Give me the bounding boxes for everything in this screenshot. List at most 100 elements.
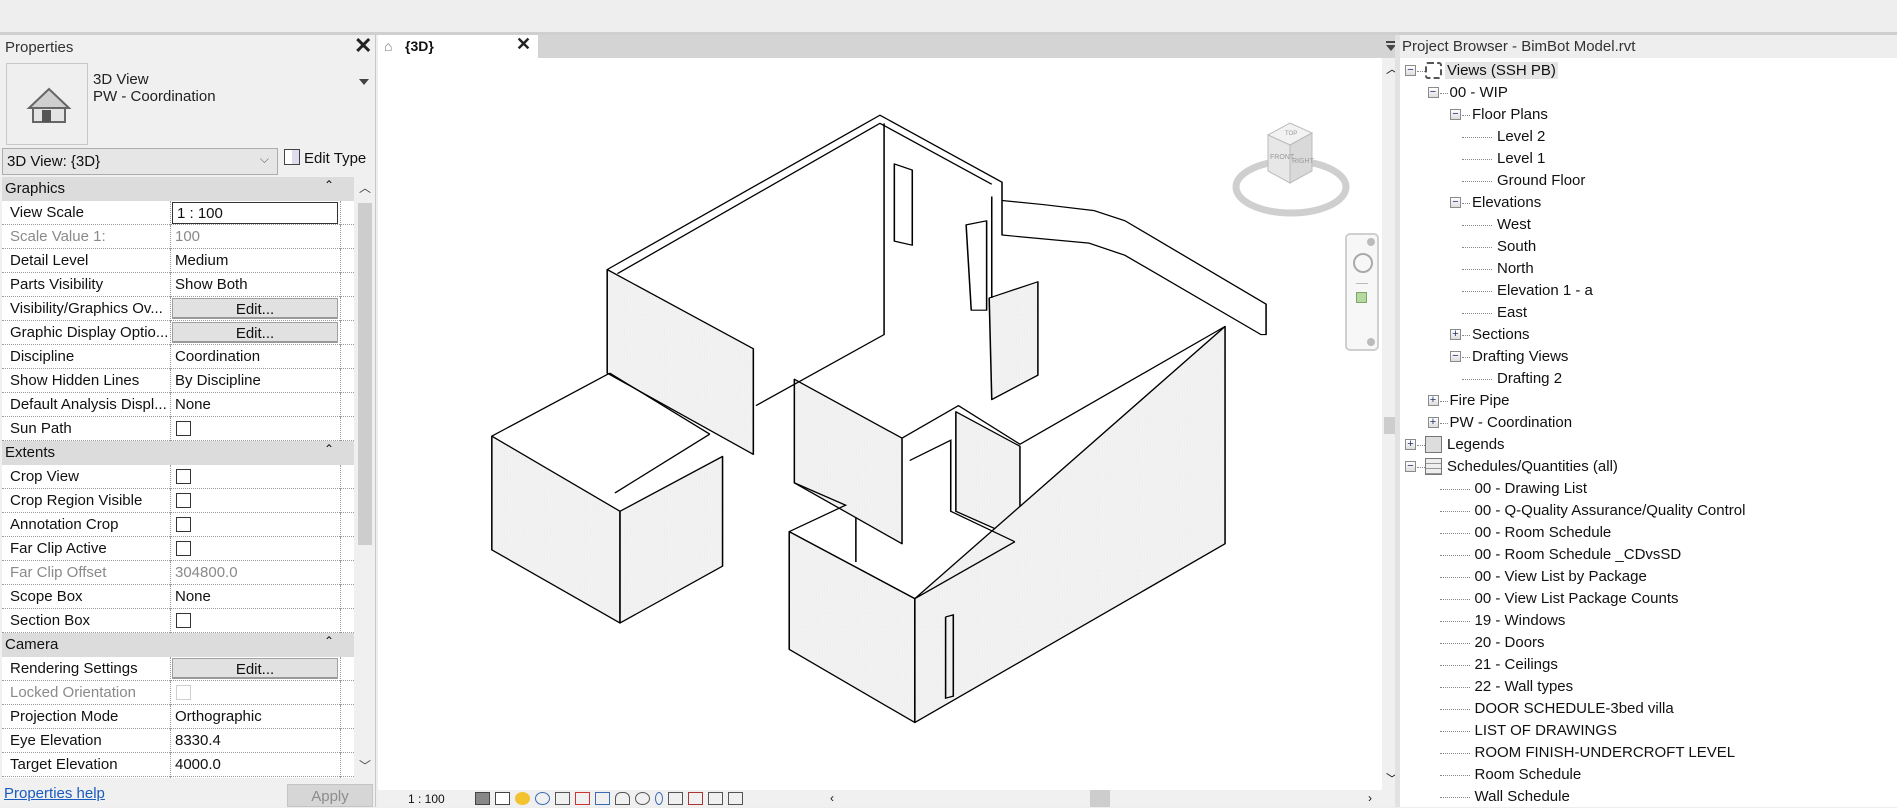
tree-item[interactable]: − Elevations xyxy=(1400,192,1897,214)
tree-item[interactable]: 00 - Room Schedule xyxy=(1400,522,1897,544)
viewcube[interactable]: TOP FRONT RIGHT xyxy=(1228,115,1358,227)
property-value[interactable]: None xyxy=(175,396,211,413)
detail-level-icon[interactable] xyxy=(475,792,490,805)
visual-style-icon[interactable] xyxy=(495,792,510,805)
collapse-toggle-icon[interactable]: − xyxy=(1427,87,1439,98)
tree-item[interactable]: − Schedules/Quantities (all) xyxy=(1400,456,1897,478)
tree-item[interactable]: + Legends xyxy=(1400,434,1897,456)
expand-toggle-icon[interactable]: + xyxy=(1405,439,1416,450)
edit-button[interactable]: Edit... xyxy=(172,658,338,679)
tree-item[interactable]: 21 - Ceilings xyxy=(1400,654,1897,676)
crop-view-icon[interactable] xyxy=(575,792,590,805)
tree-item[interactable]: North xyxy=(1400,258,1897,280)
tree-item[interactable]: 00 - View List Package Counts xyxy=(1400,588,1897,610)
property-group-header[interactable]: Extents ⌃ xyxy=(2,441,354,465)
tree-item[interactable]: 00 - Room Schedule _CDvsSD xyxy=(1400,544,1897,566)
tree-item[interactable]: Wall Schedule xyxy=(1400,786,1897,808)
property-checkbox[interactable] xyxy=(176,469,191,484)
3d-model-canvas[interactable]: TOP FRONT RIGHT xyxy=(378,58,1382,790)
property-group-header[interactable]: Camera ⌃ xyxy=(2,633,354,657)
scroll-up-icon[interactable]: ︿ xyxy=(359,179,371,196)
tree-item[interactable]: LIST OF DRAWINGS xyxy=(1400,720,1897,742)
close-icon[interactable] xyxy=(1367,238,1375,246)
property-checkbox[interactable] xyxy=(176,517,191,532)
tree-item[interactable]: Drafting 2 xyxy=(1400,368,1897,390)
tree-item[interactable]: 19 - Windows xyxy=(1400,610,1897,632)
scrollbar-thumb[interactable] xyxy=(358,203,372,545)
tree-item[interactable]: ROOM FINISH-UNDERCROFT LEVEL xyxy=(1400,742,1897,764)
worksharing-icon[interactable] xyxy=(668,792,683,805)
property-checkbox[interactable] xyxy=(176,493,191,508)
collapse-toggle-icon[interactable]: − xyxy=(1450,109,1461,120)
tree-item[interactable]: Ground Floor xyxy=(1400,170,1897,192)
close-icon[interactable]: ✕ xyxy=(354,33,372,59)
property-value[interactable]: None xyxy=(175,588,211,605)
property-checkbox[interactable] xyxy=(176,421,191,436)
shadows-icon[interactable] xyxy=(535,792,550,805)
property-group-header[interactable]: Graphics ⌃ xyxy=(2,177,354,201)
edit-type-button[interactable]: Edit Type xyxy=(284,149,366,167)
tree-item[interactable]: 20 - Doors xyxy=(1400,632,1897,654)
tree-item[interactable]: DOOR SCHEDULE-3bed villa xyxy=(1400,698,1897,720)
tree-item[interactable]: + Fire Pipe xyxy=(1400,390,1897,412)
design-options-icon[interactable] xyxy=(688,792,703,805)
property-checkbox[interactable] xyxy=(176,613,191,628)
tree-item[interactable]: Elevation 1 - a xyxy=(1400,280,1897,302)
property-value[interactable]: Orthographic xyxy=(175,708,262,725)
collapse-toggle-icon[interactable]: − xyxy=(1450,351,1461,362)
view-scale[interactable]: 1 : 100 xyxy=(408,792,445,806)
tree-item[interactable]: + Sections xyxy=(1400,324,1897,346)
constraints-icon[interactable] xyxy=(728,792,743,805)
expand-toggle-icon[interactable]: + xyxy=(1450,329,1461,340)
tree-item[interactable]: 22 - Wall types xyxy=(1400,676,1897,698)
tree-item[interactable]: 00 - View List by Package xyxy=(1400,566,1897,588)
viewcube-right[interactable]: RIGHT xyxy=(1292,158,1315,165)
zoom-region-icon[interactable] xyxy=(1356,292,1367,303)
minimize-icon[interactable] xyxy=(1367,338,1375,346)
close-tab-icon[interactable]: ✕ xyxy=(516,34,531,55)
property-input[interactable]: 1 : 100 xyxy=(172,202,338,224)
tree-item[interactable]: 00 - Q-Quality Assurance/Quality Control xyxy=(1400,500,1897,522)
collapse-toggle-icon[interactable]: − xyxy=(1405,65,1416,76)
lock-3d-icon[interactable] xyxy=(615,792,630,805)
tree-item[interactable]: − Drafting Views xyxy=(1400,346,1897,368)
reveal-hidden-icon[interactable] xyxy=(655,792,663,805)
properties-scrollbar[interactable]: ︿ ﹀ xyxy=(356,177,374,780)
apply-button[interactable]: Apply xyxy=(287,784,373,807)
property-value[interactable]: Show Both xyxy=(175,276,248,293)
property-value[interactable]: 4000.0 xyxy=(175,756,221,773)
property-value[interactable]: Medium xyxy=(175,252,228,269)
instance-selector[interactable]: 3D View: {3D} ⌵ xyxy=(2,148,278,175)
sun-path-icon[interactable] xyxy=(515,792,530,805)
scroll-right-icon[interactable]: › xyxy=(1368,791,1372,805)
temporary-hide-icon[interactable] xyxy=(635,792,650,805)
crop-region-icon[interactable] xyxy=(595,792,610,805)
tree-item[interactable]: 00 - Drawing List xyxy=(1400,478,1897,500)
viewcube-top[interactable]: TOP xyxy=(1285,131,1297,137)
tree-item[interactable]: Room Schedule xyxy=(1400,764,1897,786)
analytical-model-icon[interactable] xyxy=(708,792,723,805)
tree-item[interactable]: Level 2 xyxy=(1400,126,1897,148)
property-value[interactable]: By Discipline xyxy=(175,372,261,389)
render-icon[interactable] xyxy=(555,792,570,805)
scroll-down-icon[interactable]: ﹀ xyxy=(359,757,371,774)
properties-help-link[interactable]: Properties help xyxy=(4,785,105,802)
steering-wheel-icon[interactable] xyxy=(1353,253,1373,273)
tree-item[interactable]: −00 - WIP xyxy=(1400,82,1897,104)
expand-toggle-icon[interactable]: + xyxy=(1427,395,1439,406)
collapse-toggle-icon[interactable]: − xyxy=(1450,197,1461,208)
tree-item[interactable]: − Views (SSH PB) xyxy=(1400,60,1897,82)
tree-item[interactable]: Level 1 xyxy=(1400,148,1897,170)
tree-item[interactable]: + PW - Coordination xyxy=(1400,412,1897,434)
type-selector-dropdown-icon[interactable] xyxy=(359,79,369,85)
property-value[interactable]: 8330.4 xyxy=(175,732,221,749)
edit-button[interactable]: Edit... xyxy=(172,322,338,343)
collapse-toggle-icon[interactable]: − xyxy=(1405,461,1416,472)
tree-item[interactable]: South xyxy=(1400,236,1897,258)
edit-button[interactable]: Edit... xyxy=(172,298,338,319)
property-value[interactable]: Coordination xyxy=(175,348,260,365)
expand-toggle-icon[interactable]: + xyxy=(1427,417,1439,428)
tab-3d-view[interactable]: ⌂ {3D} ✕ xyxy=(378,34,538,58)
property-checkbox[interactable] xyxy=(176,541,191,556)
scroll-left-icon[interactable]: ‹ xyxy=(830,791,834,805)
